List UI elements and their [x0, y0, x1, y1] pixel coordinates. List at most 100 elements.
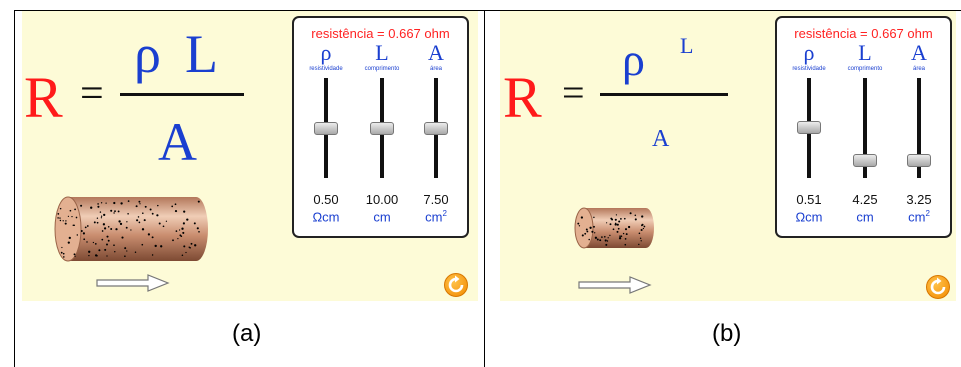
- area-label: área: [912, 66, 925, 72]
- speckle-dot: [629, 212, 632, 215]
- speckle-dot: [625, 233, 628, 236]
- speckle-dot: [113, 244, 115, 247]
- speckle-dot: [193, 222, 196, 225]
- speckle-dot: [162, 225, 165, 228]
- speckle-dot: [106, 235, 109, 238]
- speckle-dot: [578, 225, 581, 227]
- speckle-dot: [127, 200, 130, 202]
- controls-box: resistência = 0.667 ohm ρ resistividade …: [775, 16, 952, 238]
- speckle-dot: [126, 221, 128, 223]
- speckle-dot: [118, 220, 121, 223]
- area-slider-thumb[interactable]: [424, 121, 448, 135]
- speckle-dot: [115, 228, 118, 231]
- speckle-dot: [181, 254, 184, 257]
- resistor-cylinder: [54, 196, 208, 262]
- rho-slider-thumb[interactable]: [314, 121, 338, 135]
- reset-button[interactable]: [926, 275, 950, 299]
- formula-length: L: [185, 24, 218, 84]
- speckle-dot: [594, 232, 596, 234]
- rho-symbol: ρ: [803, 40, 815, 65]
- speckle-dot: [121, 236, 124, 239]
- speckle-dot: [615, 214, 618, 216]
- speckle-dot: [180, 235, 183, 238]
- speckle-dot: [124, 247, 127, 250]
- speckle-dot: [581, 234, 584, 237]
- speckle-dot: [57, 217, 59, 219]
- speckle-dot: [177, 238, 179, 240]
- speckle-dot: [59, 219, 62, 222]
- caption-b: (b): [712, 320, 742, 347]
- speckle-dot: [197, 200, 200, 203]
- speckle-dot: [183, 210, 186, 213]
- speckle-dot: [97, 205, 100, 208]
- length-symbol: L: [858, 40, 872, 65]
- speckle-dot: [75, 216, 78, 219]
- speckle-dot: [62, 220, 64, 222]
- speckle-dot: [614, 218, 617, 221]
- speckle-dot: [175, 230, 178, 232]
- speckle-dot: [591, 230, 594, 233]
- arrow-right-icon: [96, 274, 170, 292]
- speckle-dot: [634, 218, 637, 221]
- speckle-dot: [606, 240, 609, 242]
- speckle-dot: [64, 222, 67, 225]
- speckle-dot: [125, 226, 128, 229]
- formula-equals: =: [80, 71, 104, 117]
- frame-mid-line: [484, 10, 485, 367]
- speckle-dot: [585, 228, 588, 231]
- speckle-dot: [617, 227, 620, 230]
- area-slider-thumb[interactable]: [907, 153, 931, 167]
- speckle-dot: [620, 218, 622, 220]
- rho-unit: Ωcm: [795, 209, 823, 225]
- reset-icon: [448, 275, 464, 293]
- speckle-dot: [110, 228, 113, 230]
- rho-value: 0.51: [796, 192, 822, 207]
- speckle-dot: [71, 215, 73, 218]
- speckle-dot: [135, 205, 138, 208]
- rho-slider-thumb[interactable]: [797, 120, 821, 134]
- speckle-dot: [88, 250, 91, 253]
- rho-label: resistividade: [792, 66, 826, 72]
- rho-symbol: ρ: [320, 40, 332, 65]
- speckle-dot: [101, 238, 104, 241]
- speckle-dot: [624, 243, 627, 246]
- speckle-dot: [74, 255, 76, 257]
- speckle-dot: [80, 204, 83, 207]
- speckle-dot: [174, 210, 178, 213]
- speckle-dot: [94, 243, 97, 245]
- reset-button[interactable]: [444, 273, 468, 297]
- speckle-dot: [76, 234, 79, 236]
- formula-area: A: [158, 112, 197, 172]
- speckle-dot: [196, 227, 199, 230]
- length-slider-thumb[interactable]: [370, 121, 394, 135]
- speckle-dot: [113, 201, 116, 205]
- speckle-dot: [182, 222, 185, 225]
- speckle-dot: [605, 243, 608, 246]
- speckle-dot: [641, 215, 644, 218]
- speckle-dot: [604, 239, 607, 242]
- speckle-dot: [93, 221, 96, 224]
- speckle-dot: [174, 203, 177, 206]
- speckle-dot: [185, 251, 187, 254]
- speckle-dot: [622, 232, 625, 235]
- speckle-dot: [589, 226, 592, 229]
- speckle-dot: [136, 219, 139, 222]
- speckle-dot: [96, 221, 99, 224]
- speckle-dot: [74, 208, 76, 211]
- speckle-dot: [83, 238, 86, 241]
- formula-rho: ρ: [134, 24, 161, 84]
- speckle-dot: [103, 227, 107, 230]
- speckle-dot: [80, 230, 83, 232]
- length-slider-thumb[interactable]: [853, 153, 877, 167]
- speckle-dot: [151, 254, 154, 256]
- formula-rho: ρ: [622, 34, 645, 85]
- speckle-dot: [139, 203, 141, 205]
- speckle-dot: [137, 216, 140, 218]
- speckle-dot: [623, 217, 626, 220]
- speckle-dot: [149, 208, 152, 211]
- speckle-dot: [67, 215, 69, 217]
- speckle-dot: [182, 231, 185, 234]
- speckle-dot: [171, 205, 174, 208]
- speckle-dot: [102, 223, 106, 226]
- speckle-dot: [141, 243, 144, 246]
